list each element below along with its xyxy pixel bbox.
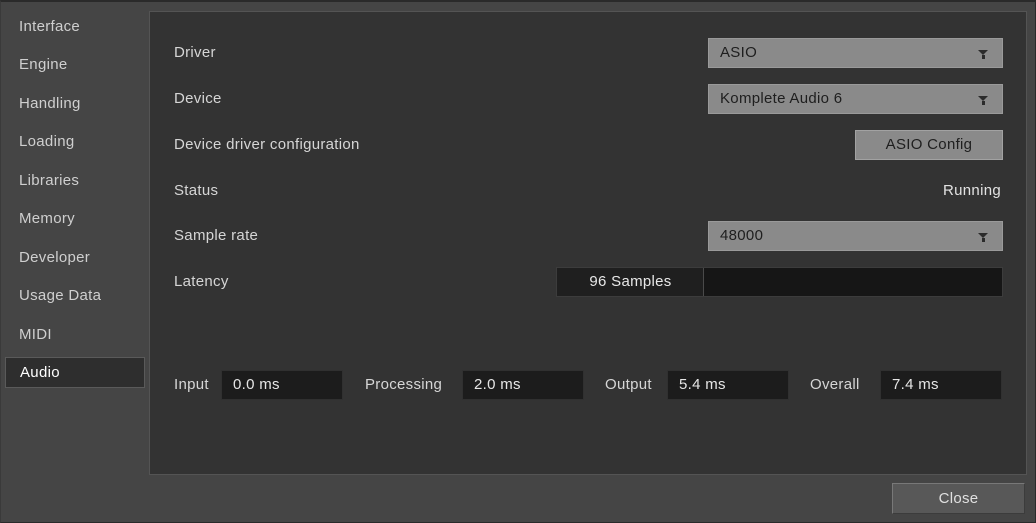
sidebar-item-interface[interactable]: Interface	[5, 11, 145, 42]
sidebar: Interface Engine Handling Loading Librar…	[1, 2, 149, 522]
sample-rate-label: Sample rate	[174, 227, 259, 244]
sidebar-item-usage-data[interactable]: Usage Data	[5, 280, 145, 311]
status-row: Status Running	[150, 176, 1026, 206]
latency-label: Latency	[174, 273, 229, 290]
stat-overall-value: 7.4 ms	[880, 370, 1002, 400]
driver-row: Driver ASIO	[150, 38, 1026, 68]
sidebar-item-loading[interactable]: Loading	[5, 126, 145, 157]
driver-dropdown[interactable]: ASIO	[708, 38, 1003, 68]
chevron-down-icon	[978, 50, 989, 59]
device-dropdown[interactable]: Komplete Audio 6	[708, 84, 1003, 114]
latency-slider-value: 96 Samples	[589, 273, 672, 290]
stat-output-label: Output	[605, 376, 652, 393]
audio-settings-panel: Driver ASIO Device Komplete Audio 6 Devi…	[149, 11, 1027, 475]
device-driver-configuration-label: Device driver configuration	[174, 136, 360, 153]
stat-input-label: Input	[174, 376, 209, 393]
status-label: Status	[174, 182, 219, 199]
preferences-window: Interface Engine Handling Loading Librar…	[0, 0, 1036, 523]
status-value: Running	[943, 182, 1001, 199]
sample-rate-dropdown[interactable]: 48000	[708, 221, 1003, 251]
sample-rate-row: Sample rate 48000	[150, 221, 1026, 251]
sidebar-item-developer[interactable]: Developer	[5, 242, 145, 273]
device-dropdown-value: Komplete Audio 6	[720, 90, 843, 107]
stat-processing-value: 2.0 ms	[462, 370, 584, 400]
latency-stats-row: Input 0.0 ms Processing 2.0 ms Output 5.…	[150, 370, 1026, 400]
driver-dropdown-value: ASIO	[720, 44, 758, 61]
asio-config-button[interactable]: ASIO Config	[855, 130, 1003, 160]
stat-processing-label: Processing	[365, 376, 443, 393]
latency-row: Latency 96 Samples	[150, 267, 1026, 297]
close-button[interactable]: Close	[892, 483, 1025, 514]
sidebar-item-midi[interactable]: MIDI	[5, 319, 145, 350]
device-row: Device Komplete Audio 6	[150, 84, 1026, 114]
sidebar-item-audio[interactable]: Audio	[5, 357, 145, 388]
device-driver-configuration-row: Device driver configuration ASIO Config	[150, 130, 1026, 160]
stat-output-value: 5.4 ms	[667, 370, 789, 400]
sidebar-item-libraries[interactable]: Libraries	[5, 165, 145, 196]
sidebar-item-memory[interactable]: Memory	[5, 203, 145, 234]
sample-rate-dropdown-value: 48000	[720, 227, 764, 244]
device-label: Device	[174, 90, 222, 107]
stat-input-value: 0.0 ms	[221, 370, 343, 400]
stat-overall-label: Overall	[810, 376, 860, 393]
chevron-down-icon	[978, 233, 989, 242]
sidebar-item-engine[interactable]: Engine	[5, 49, 145, 80]
latency-slider[interactable]: 96 Samples	[556, 267, 1003, 297]
chevron-down-icon	[978, 96, 989, 105]
driver-label: Driver	[174, 44, 216, 61]
sidebar-item-handling[interactable]: Handling	[5, 88, 145, 119]
